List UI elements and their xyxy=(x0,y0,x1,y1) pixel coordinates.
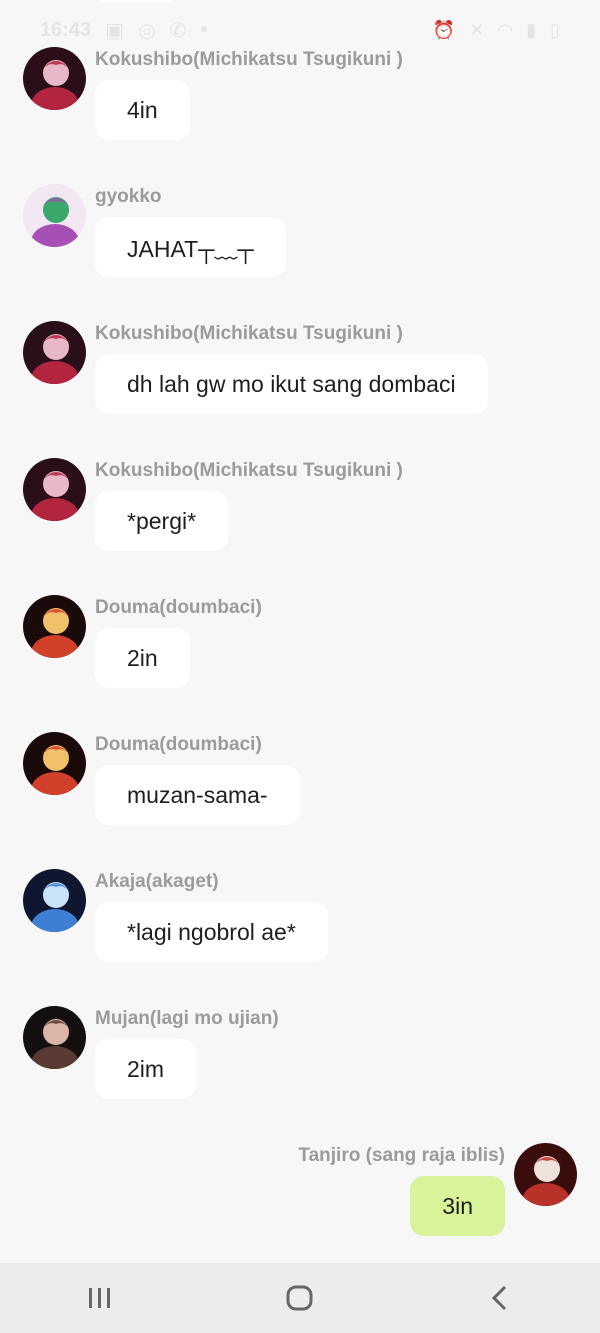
chat-message: Mujan(lagi mo ujian) 2im xyxy=(0,1006,600,1126)
chat-message: Kokushibo(Michikatsu Tsugikuni ) 4in xyxy=(0,47,600,167)
chat-message: Kokushibo(Michikatsu Tsugikuni ) *pergi* xyxy=(0,458,600,578)
call-icon: ✆ xyxy=(169,19,187,42)
avatar-image xyxy=(514,1143,577,1206)
douma-avatar[interactable] xyxy=(23,732,86,795)
home-icon xyxy=(286,1285,313,1311)
own-chat-message: Tanjiro (sang raja iblis) 3in xyxy=(0,1143,600,1263)
avatar-image xyxy=(23,184,86,247)
avatar-image xyxy=(23,732,86,795)
message-bubble[interactable]: 2in xyxy=(95,628,190,688)
avatar-image xyxy=(23,321,86,384)
message-bubble[interactable]: muzan-sama- xyxy=(95,765,300,825)
tanjiro-avatar[interactable] xyxy=(514,1143,577,1206)
back-icon xyxy=(491,1285,507,1311)
avatar-image xyxy=(23,47,86,110)
avatar-image xyxy=(23,595,86,658)
battery-icon: ▯ xyxy=(550,19,560,40)
sender-name[interactable]: Mujan(lagi mo ujian) xyxy=(95,1008,279,1030)
chat-message: Akaja(akaget) *lagi ngobrol ae* xyxy=(0,869,600,989)
message-bubble[interactable]: *pergi* xyxy=(95,491,229,551)
avatar-image xyxy=(23,1006,86,1069)
alarm-icon: ⏰ xyxy=(432,19,456,40)
chat-message: gyokko JAHAT┬﹏┬ xyxy=(0,184,600,304)
gallery-icon: ▣ xyxy=(105,19,125,42)
avatar-image xyxy=(23,458,86,521)
system-navigation-bar xyxy=(0,1263,600,1333)
signal-icon: ▮ xyxy=(526,19,537,40)
kokushibo-avatar[interactable] xyxy=(23,458,86,521)
message-bubble[interactable]: 4in xyxy=(95,80,190,140)
chat-message: Douma(doumbaci) muzan-sama- xyxy=(0,732,600,852)
dot-icon: • xyxy=(200,18,208,41)
home-button[interactable] xyxy=(270,1268,330,1328)
akaza-avatar[interactable] xyxy=(23,869,86,932)
own-message-bubble[interactable]: 3in xyxy=(410,1176,505,1236)
app-icon: ◎ xyxy=(138,19,156,42)
sender-name[interactable]: Douma(doumbaci) xyxy=(95,597,262,619)
kokushibo-avatar[interactable] xyxy=(23,47,86,110)
back-button[interactable] xyxy=(470,1268,530,1328)
recents-button[interactable] xyxy=(70,1268,130,1328)
sender-name[interactable]: Tanjiro (sang raja iblis) xyxy=(298,1145,505,1167)
wifi-icon: ◠ xyxy=(498,19,513,40)
sender-name[interactable]: Douma(doumbaci) xyxy=(95,734,262,756)
chat-message: Kokushibo(Michikatsu Tsugikuni ) dh lah … xyxy=(0,321,600,441)
sender-name[interactable]: Kokushibo(Michikatsu Tsugikuni ) xyxy=(95,460,403,482)
mute-icon: ✕ xyxy=(469,19,485,40)
message-bubble[interactable]: dh lah gw mo ikut sang dombaci xyxy=(95,354,488,414)
message-bubble[interactable]: JAHAT┬﹏┬ xyxy=(95,217,286,277)
sender-name[interactable]: Kokushibo(Michikatsu Tsugikuni ) xyxy=(95,49,403,71)
avatar-image xyxy=(23,869,86,932)
recents-icon xyxy=(89,1288,110,1308)
chat-message: Douma(doumbaci) 2in xyxy=(0,595,600,715)
sender-name[interactable]: Kokushibo(Michikatsu Tsugikuni ) xyxy=(95,323,403,345)
muzan-avatar[interactable] xyxy=(23,1006,86,1069)
message-bubble[interactable]: *lagi ngobrol ae* xyxy=(95,902,328,962)
douma-avatar[interactable] xyxy=(23,595,86,658)
message-bubble[interactable]: 2im xyxy=(95,1039,197,1099)
kokushibo-avatar[interactable] xyxy=(23,321,86,384)
status-time: 16:43 xyxy=(40,18,92,41)
gyokko-avatar[interactable] xyxy=(23,184,86,247)
previous-message-bubble xyxy=(95,0,177,2)
sender-name[interactable]: Akaja(akaget) xyxy=(95,871,219,893)
sender-name[interactable]: gyokko xyxy=(95,186,162,208)
